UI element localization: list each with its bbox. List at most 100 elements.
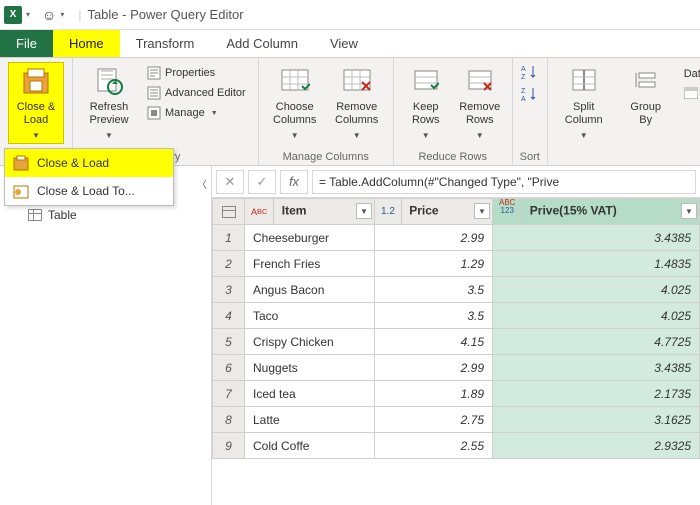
row-number[interactable]: 8 — [213, 407, 245, 433]
cell-vat[interactable]: 2.1735 — [493, 381, 700, 407]
table-row[interactable]: 7Iced tea1.892.1735 — [213, 381, 700, 407]
table-icon — [28, 209, 42, 221]
table-row[interactable]: 6Nuggets2.993.4385 — [213, 355, 700, 381]
cell-price[interactable]: 3.5 — [375, 277, 493, 303]
cell-item[interactable]: Iced tea — [245, 381, 375, 407]
filter-button[interactable]: ▼ — [474, 203, 490, 219]
refresh-preview-button[interactable]: Refresh Preview ▼ — [81, 62, 137, 144]
cell-vat[interactable]: 3.1625 — [493, 407, 700, 433]
table-row[interactable]: 4Taco3.54.025 — [213, 303, 700, 329]
cell-vat[interactable]: 4.7725 — [493, 329, 700, 355]
cell-vat[interactable]: 1.4835 — [493, 251, 700, 277]
tab-home[interactable]: Home — [53, 30, 120, 57]
column-header-item[interactable]: ABC Item ▼ — [245, 199, 375, 225]
keep-rows-button[interactable]: Keep Rows ▼ — [402, 62, 450, 144]
row-number[interactable]: 5 — [213, 329, 245, 355]
cell-price[interactable]: 4.15 — [375, 329, 493, 355]
refresh-icon — [93, 65, 125, 97]
sort-asc-button[interactable]: AZ — [519, 62, 541, 82]
table-row[interactable]: 2French Fries1.291.4835 — [213, 251, 700, 277]
table-row[interactable]: 5Crispy Chicken4.154.7725 — [213, 329, 700, 355]
row-number[interactable]: 7 — [213, 381, 245, 407]
close-load-dropdown-menu: Close & Load Close & Load To... — [4, 148, 174, 206]
properties-button[interactable]: Properties — [143, 64, 250, 82]
cell-vat[interactable]: 4.025 — [493, 303, 700, 329]
cell-price[interactable]: 1.89 — [375, 381, 493, 407]
cell-vat[interactable]: 4.025 — [493, 277, 700, 303]
cell-item[interactable]: Cheeseburger — [245, 225, 375, 251]
remove-columns-button[interactable]: Remove Columns ▼ — [329, 62, 385, 144]
menu-close-load[interactable]: Close & Load — [5, 149, 173, 177]
tab-view[interactable]: View — [314, 30, 374, 57]
table-row[interactable]: 9Cold Coffe2.552.9325 — [213, 433, 700, 459]
table-row[interactable]: 8Latte2.753.1625 — [213, 407, 700, 433]
collapse-sidebar-button[interactable]: 〈 — [197, 176, 207, 191]
column-header-price[interactable]: 1.2 Price ▼ — [375, 199, 493, 225]
sort-asc-icon: AZ — [521, 64, 539, 80]
cell-price[interactable]: 2.99 — [375, 355, 493, 381]
cell-item[interactable]: Taco — [245, 303, 375, 329]
cell-price[interactable]: 2.99 — [375, 225, 493, 251]
first-row-icon — [684, 86, 698, 100]
table-row[interactable]: 3Angus Bacon3.54.025 — [213, 277, 700, 303]
tab-add-column[interactable]: Add Column — [210, 30, 314, 57]
group-label-transform: Transfo — [556, 149, 700, 163]
cell-item[interactable]: Crispy Chicken — [245, 329, 375, 355]
manage-button[interactable]: Manage ▼ — [143, 104, 250, 122]
keep-rows-label: Keep Rows — [412, 101, 440, 127]
cell-item[interactable]: Angus Bacon — [245, 277, 375, 303]
tab-file[interactable]: File — [0, 30, 53, 57]
formula-input[interactable]: = Table.AddColumn(#"Changed Type", "Priv… — [312, 170, 696, 194]
separator: | — [78, 8, 81, 22]
cell-item[interactable]: French Fries — [245, 251, 375, 277]
menu-tabs: File Home Transform Add Column View — [0, 30, 700, 58]
row-number[interactable]: 3 — [213, 277, 245, 303]
advanced-editor-button[interactable]: Advanced Editor — [143, 84, 250, 102]
choose-columns-button[interactable]: Choose Columns ▼ — [267, 62, 323, 144]
cell-item[interactable]: Latte — [245, 407, 375, 433]
cell-item[interactable]: Nuggets — [245, 355, 375, 381]
row-number[interactable]: 1 — [213, 225, 245, 251]
qat-dropdown[interactable]: ▾ — [26, 10, 30, 19]
filter-button[interactable]: ▼ — [356, 203, 372, 219]
qat-dropdown-2[interactable]: ▾ — [60, 10, 64, 19]
use-first-row-button[interactable]: Use First — [680, 84, 700, 102]
cell-price[interactable]: 2.75 — [375, 407, 493, 433]
column-header-vat[interactable]: ABC123 Prive(15% VAT) ▼ — [493, 199, 700, 225]
close-and-load-button[interactable]: Close & Load ▼ — [8, 62, 64, 144]
remove-rows-button[interactable]: Remove Rows ▼ — [456, 62, 504, 144]
row-number[interactable]: 6 — [213, 355, 245, 381]
fx-button[interactable]: fx — [280, 170, 308, 194]
cell-vat[interactable]: 3.4385 — [493, 355, 700, 381]
accept-formula-button[interactable]: ✓ — [248, 170, 276, 194]
menu-close-load-to[interactable]: Close & Load To... — [5, 177, 173, 205]
grid-corner[interactable] — [213, 199, 245, 225]
ribbon-group-manage-columns: Choose Columns ▼ Remove Columns ▼ Manage… — [259, 58, 394, 165]
smiley-icon[interactable]: ☺ — [42, 7, 56, 23]
chevron-down-icon: ▼ — [476, 131, 484, 141]
table-row[interactable]: 1Cheeseburger2.993.4385 — [213, 225, 700, 251]
split-column-button[interactable]: Split Column ▼ — [556, 62, 612, 144]
choose-columns-label: Choose Columns — [273, 101, 316, 127]
type-text-icon[interactable]: ABC — [251, 199, 274, 224]
type-any-icon[interactable]: ABC123 — [499, 199, 522, 224]
filter-button[interactable]: ▼ — [681, 203, 697, 219]
tab-transform[interactable]: Transform — [120, 30, 211, 57]
type-decimal-icon[interactable]: 1.2 — [381, 199, 402, 224]
row-number[interactable]: 2 — [213, 251, 245, 277]
cell-price[interactable]: 3.5 — [375, 303, 493, 329]
cell-vat[interactable]: 3.4385 — [493, 225, 700, 251]
row-number[interactable]: 4 — [213, 303, 245, 329]
cell-price[interactable]: 2.55 — [375, 433, 493, 459]
refresh-label: Refresh Preview — [89, 101, 128, 127]
sort-desc-button[interactable]: ZA — [519, 84, 541, 104]
group-by-button[interactable]: Group By — [618, 62, 674, 130]
cancel-formula-button[interactable]: ✕ — [216, 170, 244, 194]
cell-price[interactable]: 1.29 — [375, 251, 493, 277]
cell-vat[interactable]: 2.9325 — [493, 433, 700, 459]
row-number[interactable]: 9 — [213, 433, 245, 459]
data-type-button[interactable]: Data Typ — [680, 66, 700, 82]
split-column-icon — [568, 65, 600, 97]
cell-item[interactable]: Cold Coffe — [245, 433, 375, 459]
remove-columns-icon — [341, 65, 373, 97]
